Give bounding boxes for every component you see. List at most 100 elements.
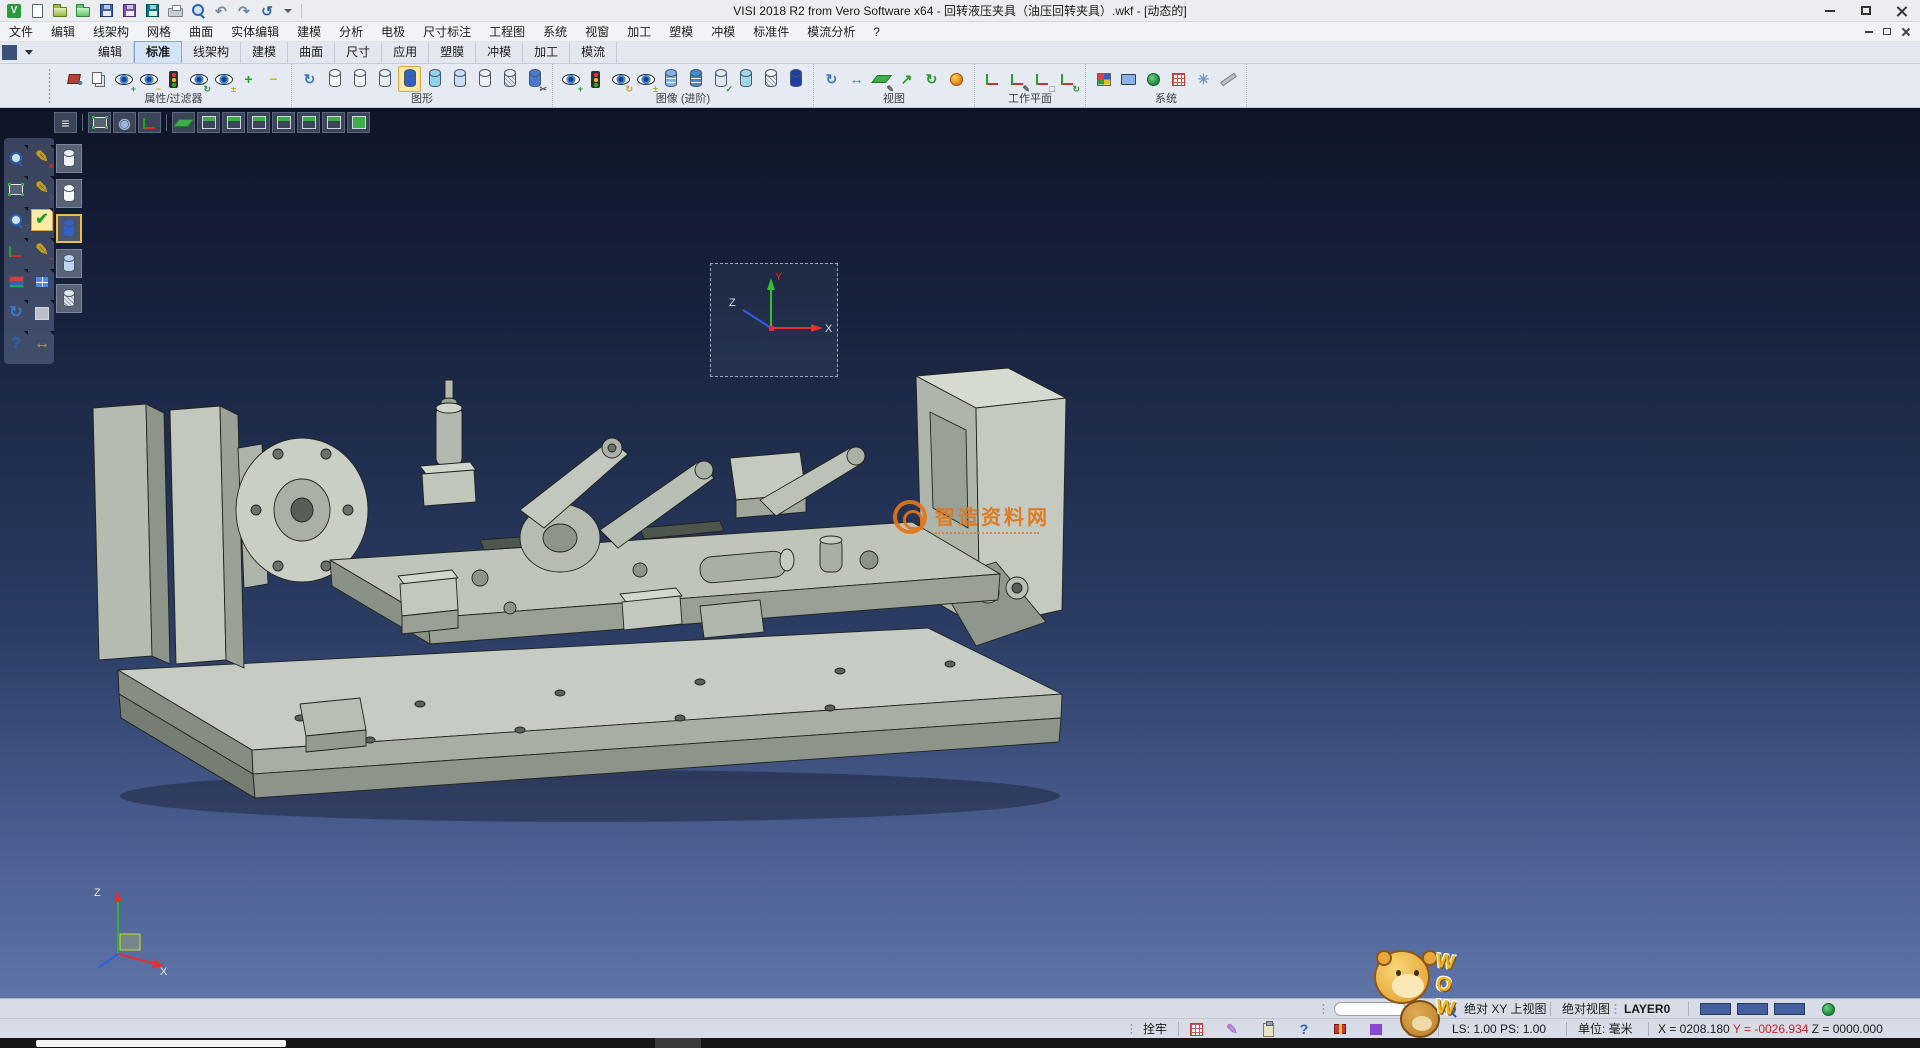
color-swatch[interactable] (1774, 1003, 1805, 1015)
menu-item[interactable]: 分析 (330, 22, 372, 42)
view-name[interactable]: 绝对 XY 上视图 (1464, 999, 1546, 1019)
globe-settings-icon[interactable] (1142, 66, 1165, 92)
refresh-visibility-icon[interactable]: ↻ (187, 66, 210, 92)
menu-item[interactable]: 系统 (534, 22, 576, 42)
mdi-minimize-icon[interactable] (1865, 31, 1873, 33)
fit-view-icon[interactable] (88, 112, 111, 133)
refresh-view-icon[interactable]: ↻ (920, 66, 943, 92)
workplane-axes-icon[interactable] (981, 66, 1004, 92)
clipboard-icon[interactable] (1258, 1020, 1278, 1038)
striped-cylinder-icon[interactable] (659, 66, 682, 92)
ribbon-tab[interactable]: 编辑 (87, 42, 134, 63)
render-ball-icon[interactable] (945, 66, 968, 92)
workplane-edit-icon[interactable]: ✎ (1006, 66, 1029, 92)
pan-view-icon[interactable]: ↔ (845, 66, 868, 92)
shaded-edges-mode-icon[interactable] (56, 249, 82, 278)
redraw-icon[interactable]: ↻ (298, 66, 321, 92)
open-file-icon[interactable] (50, 2, 70, 20)
ghost-cylinder-icon[interactable] (473, 66, 496, 92)
wireframe-mode-icon[interactable] (56, 144, 82, 173)
fit-window-icon[interactable] (5, 178, 27, 200)
shaded-view-icon[interactable]: ◉ (113, 112, 136, 133)
globe-icon[interactable] (1818, 1000, 1838, 1018)
color-swatch[interactable] (1737, 1003, 1768, 1015)
taskbar-button[interactable] (655, 1038, 701, 1048)
advanced-show-icon[interactable]: + (559, 66, 582, 92)
menu-item[interactable]: 加工 (618, 22, 660, 42)
viewport-menu-icon[interactable]: ≡ (54, 112, 77, 133)
menu-item[interactable]: ? (864, 22, 889, 42)
color-swatch[interactable] (1700, 1003, 1731, 1015)
solids-cube-icon[interactable] (1366, 1020, 1386, 1038)
view-reference[interactable]: 绝对视图 (1562, 999, 1610, 1019)
zoom-preview-icon[interactable] (5, 147, 27, 169)
save-all-icon[interactable] (142, 2, 162, 20)
window-layout-icon[interactable] (31, 271, 53, 293)
ribbon-tab[interactable]: 建模 (241, 42, 288, 63)
hidden-line-mode-icon[interactable] (56, 179, 82, 208)
minimize-button[interactable] (1812, 0, 1848, 21)
regenerate-icon[interactable]: ↻ (5, 302, 27, 324)
solid-cylinder-icon[interactable] (784, 66, 807, 92)
ribbon-tab[interactable]: 模流 (570, 42, 617, 63)
menu-item[interactable]: 视窗 (576, 22, 618, 42)
visi-logo[interactable]: V (4, 2, 24, 20)
hide-remove-icon[interactable]: − (137, 66, 160, 92)
quick-access-caret-icon[interactable] (284, 9, 292, 13)
display-settings-icon[interactable] (1117, 66, 1140, 92)
ribbon-tab[interactable]: 线架构 (182, 42, 241, 63)
menu-item[interactable]: 实体编辑 (222, 22, 288, 42)
workplane-box-icon[interactable]: □ (1031, 66, 1054, 92)
tab-dropdown-icon[interactable] (25, 50, 33, 55)
menu-item[interactable]: 线架构 (84, 22, 138, 42)
ribbon-tab[interactable]: 尺寸 (335, 42, 382, 63)
search-icon[interactable] (1440, 1000, 1460, 1018)
materials-icon[interactable] (5, 271, 27, 293)
mdi-restore-icon[interactable] (1883, 28, 1891, 35)
back-view-icon[interactable] (272, 112, 295, 133)
striped-cylinder-2-icon[interactable] (684, 66, 707, 92)
cyan-cylinder-icon[interactable] (734, 66, 757, 92)
translucent-cylinder-icon[interactable] (448, 66, 471, 92)
hatched-cylinder-icon[interactable] (498, 66, 521, 92)
print-preview-icon[interactable] (188, 2, 208, 20)
close-button[interactable] (1884, 0, 1920, 21)
shaded-cube-icon[interactable] (347, 112, 370, 133)
menu-item[interactable]: 冲模 (702, 22, 744, 42)
assist-badge[interactable]: A (1408, 1001, 1424, 1017)
hidden-line-cylinder-icon[interactable] (348, 66, 371, 92)
show-all-icon[interactable]: + (237, 66, 260, 92)
top-view-icon[interactable] (172, 112, 195, 133)
menu-item[interactable]: 电极 (372, 22, 414, 42)
magic-wand-icon[interactable]: ✎ (1222, 1020, 1242, 1038)
side-view-icon[interactable] (247, 112, 270, 133)
new-file-icon[interactable] (27, 2, 47, 20)
snap-settings-icon[interactable]: ✳ (1192, 66, 1215, 92)
maximize-button[interactable] (1848, 0, 1884, 21)
rotate-view-icon[interactable]: ↻ (820, 66, 843, 92)
ucs-axes-icon[interactable] (5, 240, 27, 262)
ribbon-tab[interactable]: 加工 (523, 42, 570, 63)
menu-item[interactable]: 文件 (0, 22, 42, 42)
erase-entity-icon[interactable]: ✎× (31, 147, 53, 169)
section-cylinder-icon[interactable]: ✂ (523, 66, 546, 92)
outline-cylinder-icon[interactable] (373, 66, 396, 92)
bottom-view-icon[interactable] (297, 112, 320, 133)
undo-icon[interactable]: ↶ (211, 2, 231, 20)
hide-all-icon[interactable]: − (262, 66, 285, 92)
ribbon-tab[interactable]: 应用 (382, 42, 429, 63)
verify-cylinder-icon[interactable]: ✓ (709, 66, 732, 92)
save-icon[interactable] (96, 2, 116, 20)
grid-toggle-icon[interactable] (1186, 1020, 1206, 1038)
solid-cube-icon[interactable] (31, 302, 53, 324)
shaded-cylinder-icon[interactable] (398, 66, 421, 92)
hatched-mode-icon[interactable] (56, 284, 82, 313)
zoom-solid-icon[interactable]: □ (5, 209, 27, 231)
separator[interactable] (79, 112, 86, 133)
ribbon-tab[interactable]: 冲模 (476, 42, 523, 63)
wireframe-cylinder-icon[interactable] (323, 66, 346, 92)
command-input[interactable] (1334, 1002, 1406, 1016)
edit-spline-icon[interactable]: ✎~ (31, 240, 53, 262)
advanced-toggle-icon[interactable]: ± (634, 66, 657, 92)
open-copy-icon[interactable] (73, 2, 93, 20)
